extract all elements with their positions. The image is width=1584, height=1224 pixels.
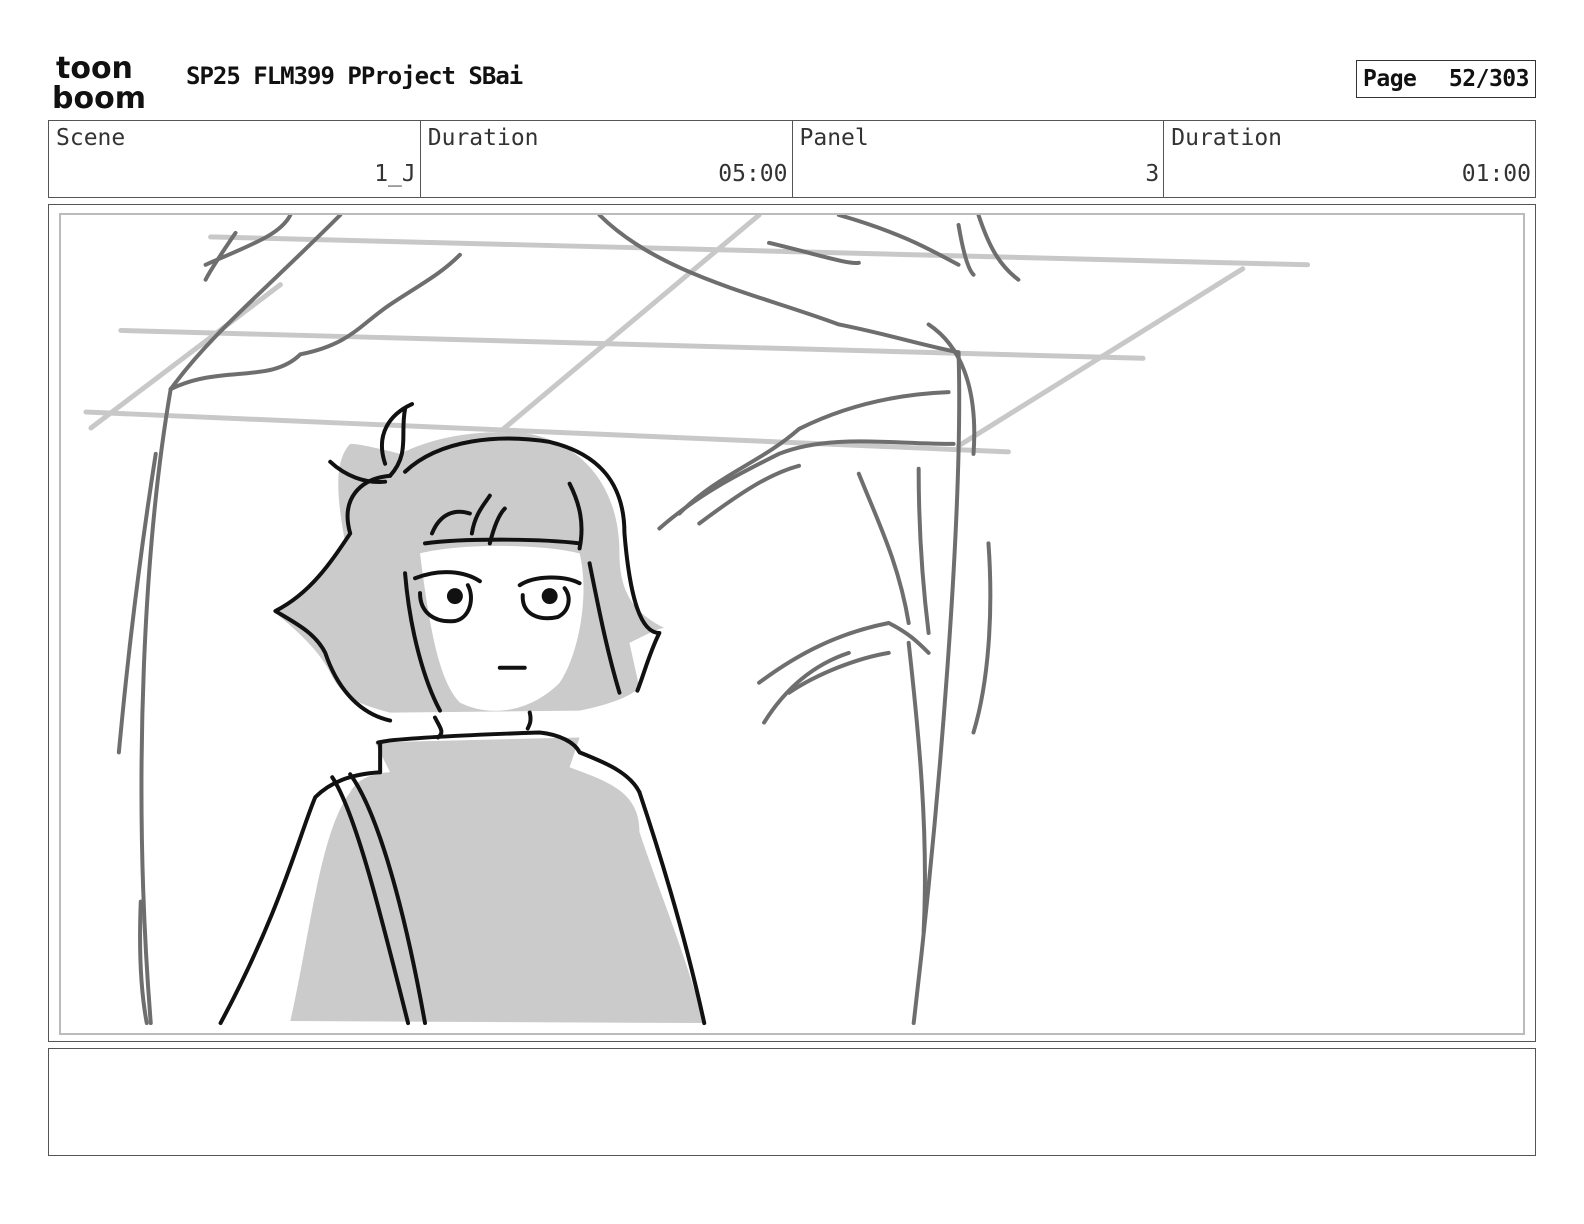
panel-label: Panel	[799, 125, 869, 151]
toon-boom-logo: toon boom	[50, 52, 166, 112]
scene-label: Scene	[56, 125, 126, 151]
scene-value: 1_J	[374, 161, 416, 187]
storyboard-sketch	[83, 215, 1311, 1026]
panel-cell: Panel 3	[793, 121, 1165, 197]
panel-duration-cell: Duration 01:00	[1164, 121, 1535, 197]
panel-notes-box[interactable]	[48, 1048, 1536, 1156]
scene-duration-cell: Duration 05:00	[421, 121, 793, 197]
panel-duration-value: 01:00	[1461, 161, 1531, 187]
page-label: Page	[1363, 66, 1417, 92]
scene-cell: Scene 1_J	[49, 121, 421, 197]
storyboard-panel-frame	[48, 204, 1536, 1042]
character	[218, 402, 707, 1026]
panel-value: 3	[1145, 161, 1160, 187]
logo-text-bottom: boom	[52, 81, 146, 112]
panel-info-row: Scene 1_J Duration 05:00 Panel 3 Duratio…	[48, 120, 1536, 198]
toon-boom-logo-icon: toon boom	[52, 52, 146, 112]
page-number: 52/303	[1448, 66, 1530, 92]
project-title: SP25 FLM399 PProject SBai	[186, 62, 523, 90]
panel-duration-label: Duration	[1171, 125, 1283, 151]
perspective-grid	[83, 215, 1311, 455]
page-indicator: Page 52/303	[1356, 60, 1536, 98]
scene-duration-value: 05:00	[718, 161, 788, 187]
storyboard-drawing	[59, 213, 1525, 1035]
scene-duration-label: Duration	[427, 125, 539, 151]
